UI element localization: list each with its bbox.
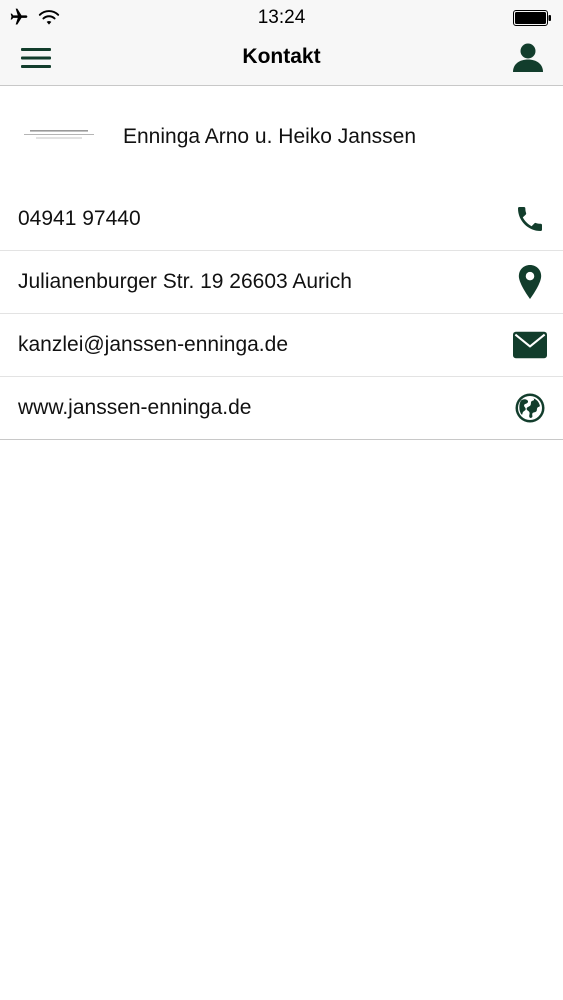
company-logo [24, 127, 94, 143]
page-title: Kontakt [242, 45, 321, 68]
contact-website[interactable]: www.janssen-enninga.de [0, 377, 563, 440]
location-pin-icon[interactable] [513, 265, 547, 299]
email-address: kanzlei@janssen-enninga.de [18, 333, 288, 356]
profile-button[interactable] [511, 40, 545, 74]
navigation-bar: Kontakt [0, 36, 563, 86]
phone-icon[interactable] [513, 202, 547, 236]
address-text: Julianenburger Str. 19 26603 Aurich [18, 270, 352, 293]
contact-address[interactable]: Julianenburger Str. 19 26603 Aurich [0, 251, 563, 314]
battery-icon [513, 9, 553, 27]
contact-phone[interactable]: 04941 97440 [0, 188, 563, 251]
contact-list: 04941 97440 Julianenburger Str. 19 26603… [0, 188, 563, 440]
website-url: www.janssen-enninga.de [18, 396, 252, 419]
status-time: 13:24 [257, 7, 306, 28]
globe-icon[interactable] [513, 391, 547, 425]
contact-email[interactable]: kanzlei@janssen-enninga.de [0, 314, 563, 377]
phone-number: 04941 97440 [18, 207, 141, 230]
status-bar: 13:24 [0, 0, 563, 36]
profile-icon [512, 41, 544, 73]
company-name: Enninga Arno u. Heiko Janssen [123, 125, 417, 148]
company-header: Enninga Arno u. Heiko Janssen [0, 100, 563, 176]
mail-icon[interactable] [513, 328, 547, 362]
